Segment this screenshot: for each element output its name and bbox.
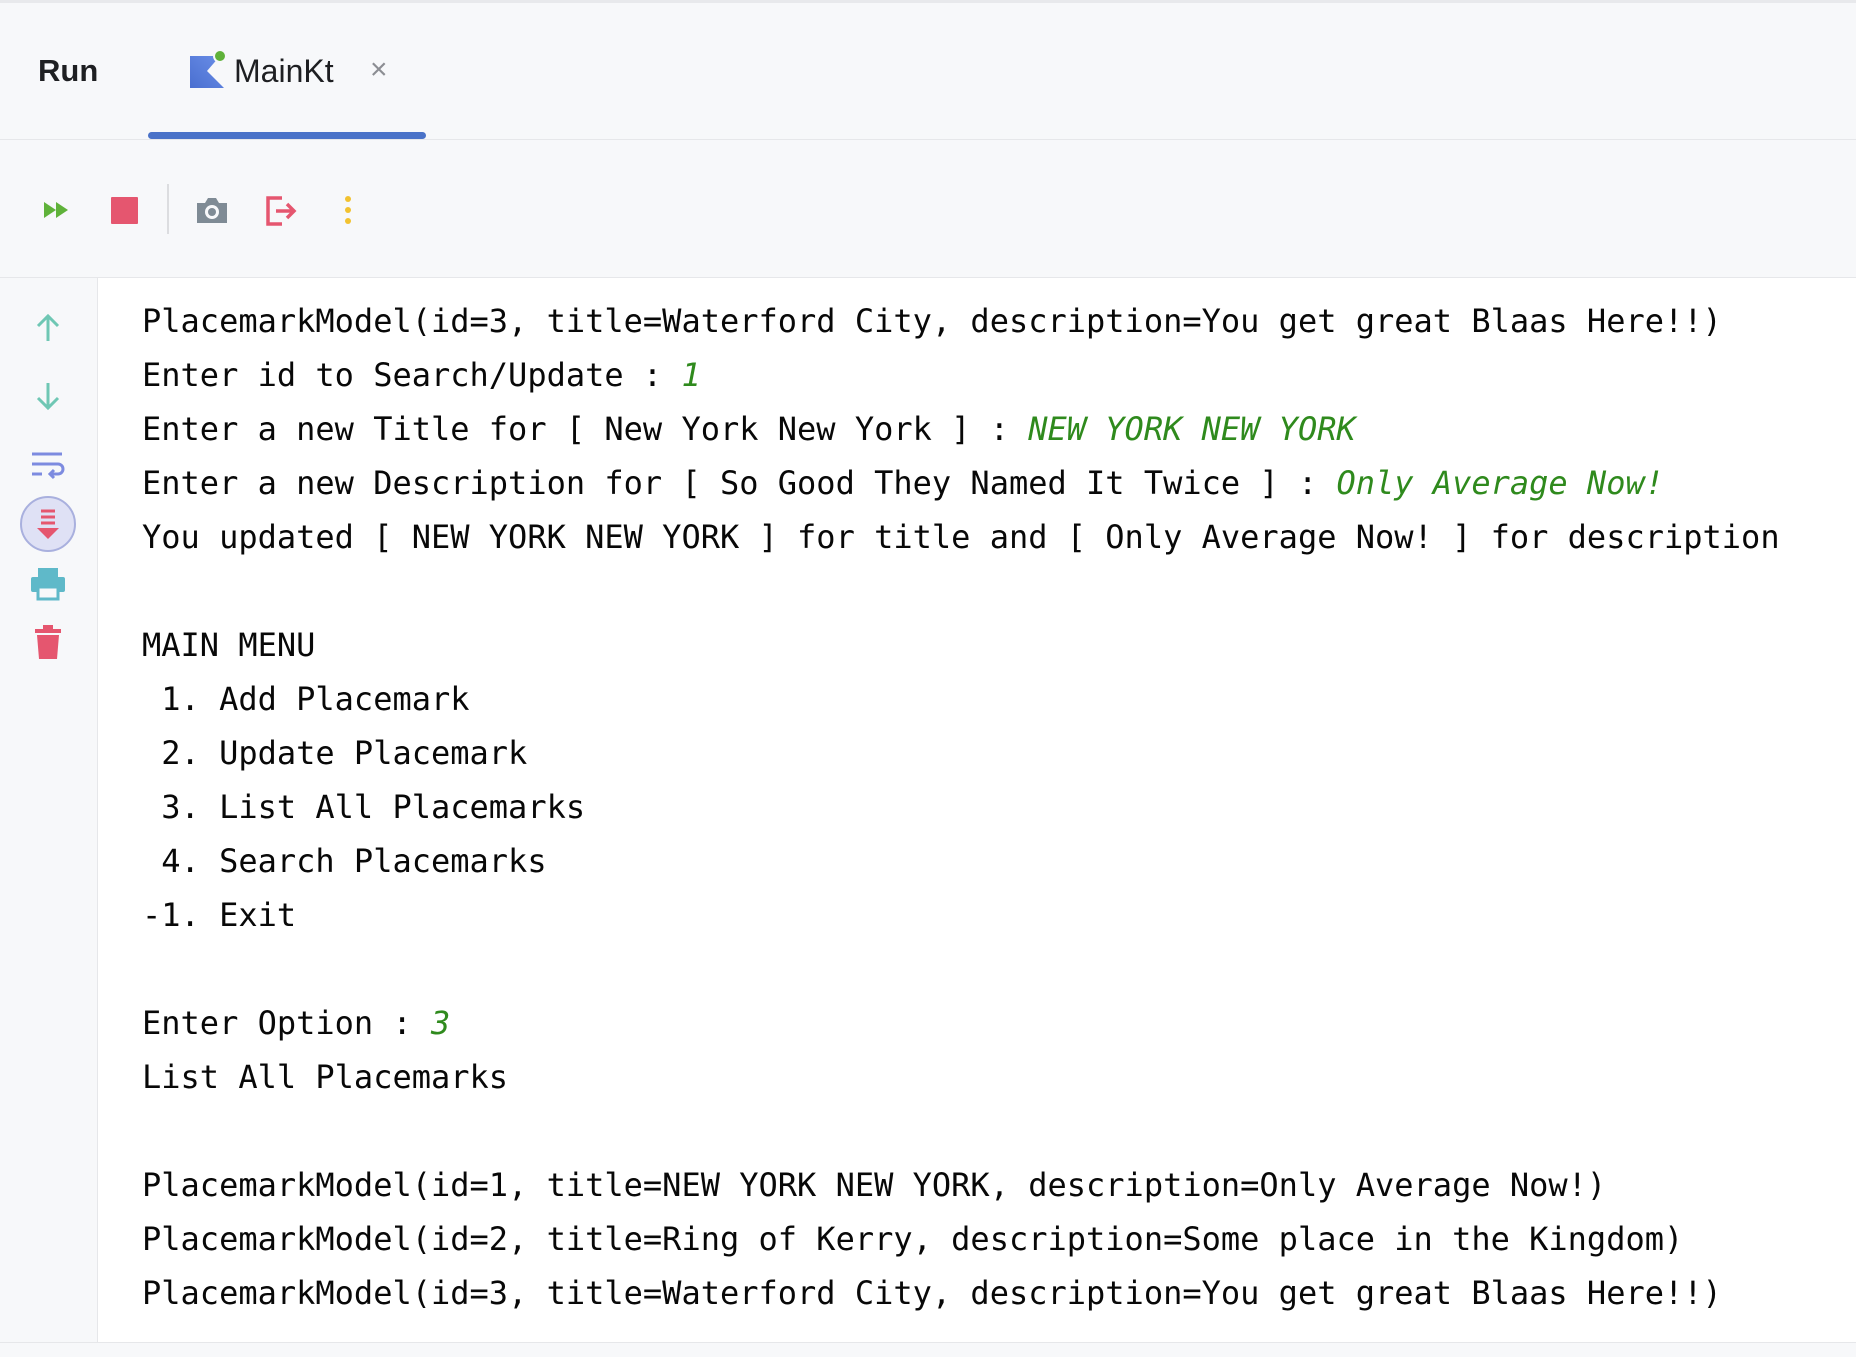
console-user-input: Only Average Now! [1336,464,1664,502]
console-line-text: MAIN MENU [142,626,316,664]
camera-icon[interactable] [192,190,232,230]
console-side-toolbar [0,278,98,1342]
console-line: -1. Exit [142,888,1780,942]
console-line: Enter a new Title for [ New York New Yor… [142,402,1780,456]
console-line: Enter Option : 3 [142,996,1780,1050]
window-bottom-border [0,1342,1856,1357]
console-line-text: PlacemarkModel(id=1, title=NEW YORK NEW … [142,1166,1607,1204]
arrow-down-icon[interactable] [26,374,70,418]
console-lines: PlacemarkModel(id=3, title=Waterford Cit… [142,294,1780,1320]
console-line: 4. Search Placemarks [142,834,1780,888]
console-line: MAIN MENU [142,618,1780,672]
tab-mainkt[interactable]: MainKt × [148,3,426,139]
console-line-text: PlacemarkModel(id=2, title=Ring of Kerry… [142,1220,1684,1258]
console-line: PlacemarkModel(id=3, title=Waterford Cit… [142,294,1780,348]
run-toolbar [0,140,1856,278]
scroll-to-end-icon[interactable] [20,496,76,552]
console-user-input: 1 [681,356,701,394]
console-line-text: Enter Option : [142,1004,431,1042]
kotlin-run-icon [188,49,228,90]
console-line-text: Enter id to Search/Update : [142,356,682,394]
console-line: PlacemarkModel(id=2, title=Ring of Kerry… [142,1212,1780,1266]
console-line: Enter a new Description for [ So Good Th… [142,456,1780,510]
close-tab-icon[interactable]: × [370,55,388,85]
trash-icon[interactable] [26,620,70,664]
console-line: PlacemarkModel(id=3, title=Waterford Cit… [142,1266,1780,1320]
console-line: You updated [ NEW YORK NEW YORK ] for ti… [142,510,1780,564]
console-line: Enter id to Search/Update : 1 [142,348,1780,402]
tab-label: MainKt [234,53,334,89]
console-line-text: You updated [ NEW YORK NEW YORK ] for ti… [142,518,1780,556]
console-output[interactable]: PlacemarkModel(id=3, title=Waterford Cit… [98,278,1856,1342]
console-line: PlacemarkModel(id=1, title=NEW YORK NEW … [142,1158,1780,1212]
soft-wrap-icon[interactable] [26,442,70,486]
console-line-text: List All Placemarks [142,1058,509,1096]
console-line-text: 4. Search Placemarks [142,842,547,880]
stop-icon[interactable] [105,190,145,230]
console-line: 3. List All Placemarks [142,780,1780,834]
console-line: List All Placemarks [142,1050,1780,1104]
more-icon[interactable] [328,190,368,230]
arrow-up-icon[interactable] [26,306,70,350]
run-tool-window-header: Run MainKt × [0,3,1856,140]
console-line-text: 3. List All Placemarks [142,788,586,826]
run-tool-window-title: Run [38,53,99,88]
console-line-text: PlacemarkModel(id=3, title=Waterford Cit… [142,302,1722,340]
rerun-icon[interactable] [38,190,78,230]
print-icon[interactable] [26,562,70,606]
console-line-text: 1. Add Placemark [142,680,470,718]
exit-icon[interactable] [260,190,300,230]
console-line-text: Enter a new Description for [ So Good Th… [142,464,1337,502]
console-line: 1. Add Placemark [142,672,1780,726]
console-line-text: -1. Exit [142,896,297,934]
toolbar-separator [167,184,169,234]
console-line-text: 2. Update Placemark [142,734,528,772]
console-line: 2. Update Placemark [142,726,1780,780]
console-user-input: NEW YORK NEW YORK [1028,410,1356,448]
console-line-text: Enter a new Title for [ New York New Yor… [142,410,1029,448]
console-line-text: PlacemarkModel(id=3, title=Waterford Cit… [142,1274,1722,1312]
active-tab-indicator [148,132,426,139]
console-user-input: 3 [430,1004,451,1042]
